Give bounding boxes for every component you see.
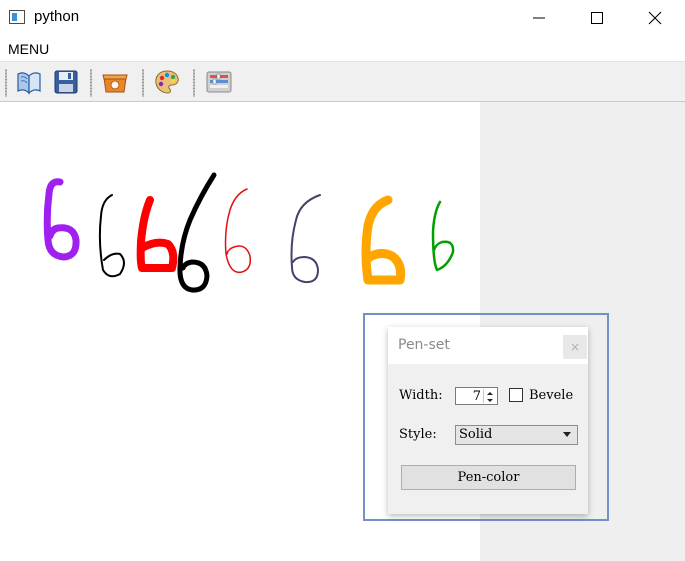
stroke-black-thick [177, 172, 217, 293]
stroke-green [431, 200, 455, 272]
chevron-down-icon [563, 432, 571, 437]
menu-bar: MENU [0, 36, 685, 61]
stroke-purple [43, 178, 80, 261]
stroke-orange [361, 195, 406, 285]
clear-trash-box-icon [102, 74, 128, 93]
stroke-black-thin [98, 194, 125, 278]
save-button[interactable] [51, 67, 81, 97]
toolbar-separator-3 [193, 69, 195, 97]
palette-button[interactable] [152, 67, 182, 97]
width-label: Width: [399, 388, 443, 403]
toolbar-separator [90, 69, 92, 97]
stroke-red-thin [224, 188, 252, 274]
style-label: Style: [399, 427, 437, 442]
spin-arrows[interactable] [483, 389, 496, 403]
minimize-icon [533, 17, 545, 19]
toolbar-grip[interactable] [5, 69, 7, 97]
close-icon [648, 11, 662, 25]
width-spinbox[interactable]: 7 [455, 387, 498, 405]
window-title: python [34, 8, 80, 25]
open-book-icon [17, 72, 41, 95]
color-palette-icon [155, 70, 179, 94]
minimize-button[interactable] [510, 0, 568, 36]
app-window-icon [9, 10, 25, 24]
maximize-button[interactable] [568, 0, 626, 36]
style-value: Solid [459, 427, 493, 442]
bevel-label: Bevele [529, 388, 574, 403]
settings-panel-icon [206, 71, 232, 93]
dialog-close-icon: × [569, 340, 581, 354]
pen-color-button[interactable]: Pen-color [401, 465, 576, 490]
clear-button[interactable] [100, 67, 130, 97]
style-combobox[interactable]: Solid [455, 425, 578, 445]
dialog-title-bar[interactable]: Pen-set × [388, 327, 588, 364]
dialog-title: Pen-set [398, 337, 450, 353]
width-value: 7 [472, 389, 481, 404]
pen-settings-button[interactable] [204, 67, 234, 97]
maximize-icon [591, 12, 603, 24]
pen-set-dialog: Pen-set × Width: 7 Bevele Style: Solid P… [388, 327, 588, 514]
dialog-close-button[interactable]: × [563, 335, 587, 359]
stroke-red [136, 196, 178, 272]
title-bar: python [0, 0, 685, 36]
close-button[interactable] [626, 0, 684, 36]
open-button[interactable] [14, 67, 44, 97]
toolbar [0, 61, 685, 102]
save-floppy-icon [54, 70, 78, 94]
menu-item-menu[interactable]: MENU [8, 41, 49, 57]
bevel-checkbox[interactable] [509, 388, 523, 402]
spin-updown-icon [487, 392, 493, 402]
toolbar-separator-2 [142, 69, 144, 97]
stroke-dark-slate [290, 194, 321, 284]
